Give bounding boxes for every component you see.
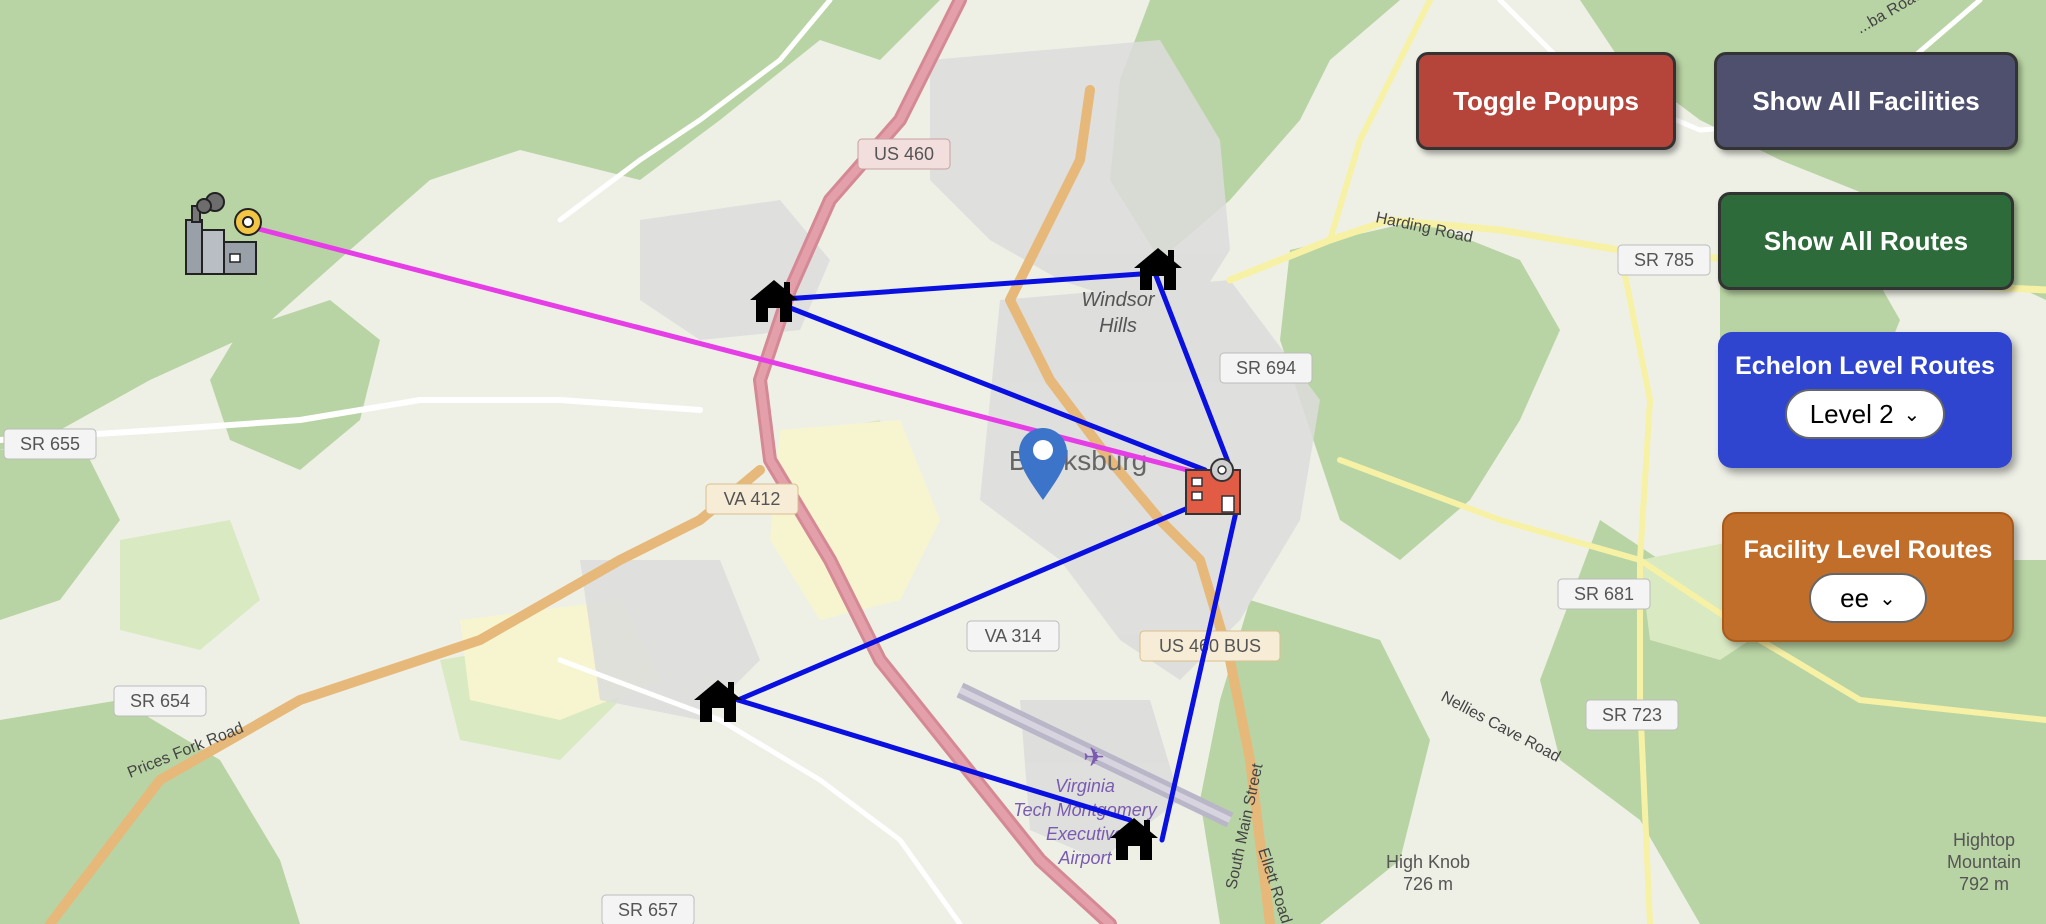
- echelon-level-value: Level 2: [1809, 398, 1894, 429]
- chevron-down-icon: ⌄: [1879, 587, 1896, 610]
- facility-level-label: Facility Level Routes: [1743, 536, 1993, 564]
- label-tech-montgomery: Tech Montgomery: [1013, 800, 1157, 820]
- label-airport: Airport: [1057, 848, 1112, 868]
- label-hills: Hills: [1099, 315, 1137, 337]
- label-virginia: Virginia: [1055, 776, 1115, 796]
- label-sr654: SR 654: [130, 691, 190, 711]
- facility-level-panel: Facility Level Routes ee ⌄: [1722, 512, 2014, 642]
- label-sr657: SR 657: [618, 900, 678, 920]
- facility-level-select[interactable]: ee ⌄: [1809, 573, 1927, 623]
- label-sr785: SR 785: [1634, 250, 1694, 270]
- echelon-level-label: Echelon Level Routes: [1735, 352, 1995, 380]
- label-sr655: SR 655: [20, 434, 80, 454]
- label-mountain: Mountain: [1947, 852, 2021, 872]
- label-high-knob-elev: 726 m: [1403, 874, 1453, 894]
- label-hightop: Hightop: [1953, 830, 2015, 850]
- label-sr723: SR 723: [1602, 705, 1662, 725]
- chevron-down-icon: ⌄: [1903, 403, 1921, 426]
- label-high-knob: High Knob: [1386, 852, 1470, 872]
- label-executive: Executive: [1046, 824, 1124, 844]
- label-sr681: SR 681: [1574, 584, 1634, 604]
- label-va412: VA 412: [724, 489, 781, 509]
- label-sr694: SR 694: [1236, 358, 1296, 378]
- airport-icon: ✈: [1083, 743, 1105, 773]
- label-us460: US 460: [874, 144, 934, 164]
- show-all-routes-button[interactable]: Show All Routes: [1718, 192, 2014, 290]
- toggle-popups-button[interactable]: Toggle Popups: [1416, 52, 1676, 150]
- echelon-level-select[interactable]: Level 2 ⌄: [1785, 389, 1945, 439]
- label-windsor: Windsor: [1081, 289, 1156, 311]
- label-us460bus: US 460 BUS: [1159, 636, 1261, 656]
- show-all-facilities-button[interactable]: Show All Facilities: [1714, 52, 2018, 150]
- echelon-level-panel: Echelon Level Routes Level 2 ⌄: [1718, 332, 2012, 468]
- label-hightop-elev: 792 m: [1959, 874, 2009, 894]
- label-va314: VA 314: [985, 626, 1042, 646]
- facility-level-value: ee: [1840, 582, 1870, 613]
